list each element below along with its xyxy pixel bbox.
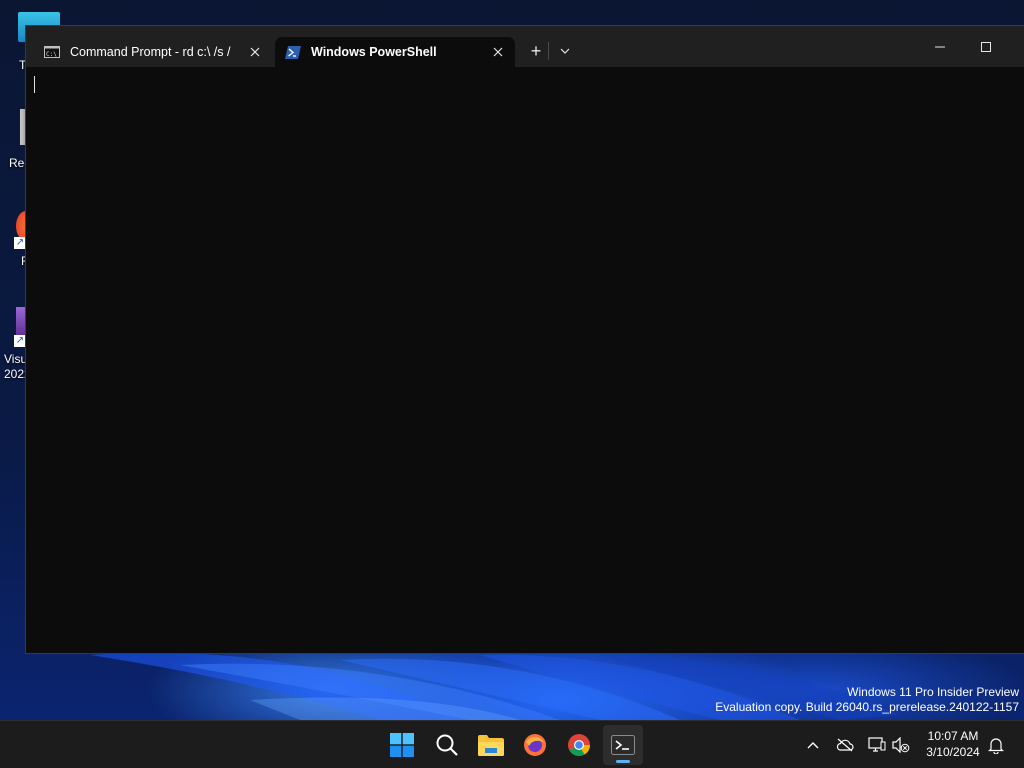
firefox-icon <box>524 734 546 756</box>
tab-title: Windows PowerShell <box>311 45 437 59</box>
tab-separator <box>548 42 549 60</box>
network-tray-button[interactable] <box>865 733 889 757</box>
new-tab-button[interactable]: + <box>522 37 550 65</box>
windows-logo-icon <box>390 733 414 757</box>
maximize-icon <box>981 41 991 52</box>
cloud-offline-icon <box>836 738 854 752</box>
watermark-build: Evaluation copy. Build 26040.rs_prerelea… <box>715 700 1019 714</box>
tab-dropdown-button[interactable] <box>551 37 579 65</box>
desktop-icon-label: Visu <box>4 352 28 366</box>
tab-close-icon[interactable] <box>242 39 268 65</box>
volume-tray-button[interactable] <box>889 733 913 757</box>
search-icon <box>436 734 458 756</box>
chrome-icon <box>568 734 590 756</box>
onedrive-tray-button[interactable] <box>833 733 857 757</box>
volume-muted-icon <box>892 737 910 753</box>
svg-text:C:\: C:\ <box>46 51 57 58</box>
show-hidden-icons-button[interactable] <box>801 733 825 757</box>
taskbar <box>0 720 1024 768</box>
terminal-titlebar[interactable]: C:\ Command Prompt - rd c:\ /s / Windows… <box>26 26 1024 67</box>
file-explorer-button[interactable] <box>471 725 511 765</box>
terminal-taskbar-button[interactable] <box>603 725 643 765</box>
start-button[interactable] <box>382 725 422 765</box>
folder-icon <box>478 735 504 756</box>
chrome-button[interactable] <box>559 725 599 765</box>
clock-date: 3/10/2024 <box>926 745 980 759</box>
plus-icon: + <box>530 41 542 61</box>
maximize-button[interactable] <box>963 26 1009 67</box>
tab-title: Command Prompt - rd c:\ /s / <box>70 45 231 59</box>
tab-windows-powershell[interactable]: Windows PowerShell <box>275 37 515 67</box>
windows-terminal-window[interactable]: C:\ Command Prompt - rd c:\ /s / Windows… <box>25 25 1024 654</box>
chevron-down-icon <box>560 48 570 54</box>
evaluation-watermark: Windows 11 Pro Insider Preview Evaluatio… <box>715 685 1019 715</box>
notification-center-button[interactable] <box>984 733 1008 757</box>
cmd-icon: C:\ <box>44 45 60 59</box>
minimize-icon <box>935 46 945 47</box>
search-button[interactable] <box>427 725 467 765</box>
terminal-icon <box>611 735 635 755</box>
minimize-button[interactable] <box>917 26 963 67</box>
notification-bell-icon <box>988 737 1004 754</box>
text-cursor <box>34 76 35 93</box>
clock-time: 10:07 AM <box>927 729 979 743</box>
watermark-edition: Windows 11 Pro Insider Preview <box>847 685 1019 699</box>
chevron-up-icon <box>807 741 819 748</box>
taskbar-clock[interactable]: 10:07 AM 3/10/2024 <box>922 728 984 760</box>
network-icon <box>868 737 886 752</box>
tab-close-icon[interactable] <box>485 39 511 65</box>
terminal-content[interactable] <box>26 67 1024 653</box>
firefox-button[interactable] <box>515 725 555 765</box>
tab-command-prompt[interactable]: C:\ Command Prompt - rd c:\ /s / <box>34 37 272 67</box>
running-indicator <box>616 760 630 763</box>
powershell-icon <box>285 45 301 59</box>
